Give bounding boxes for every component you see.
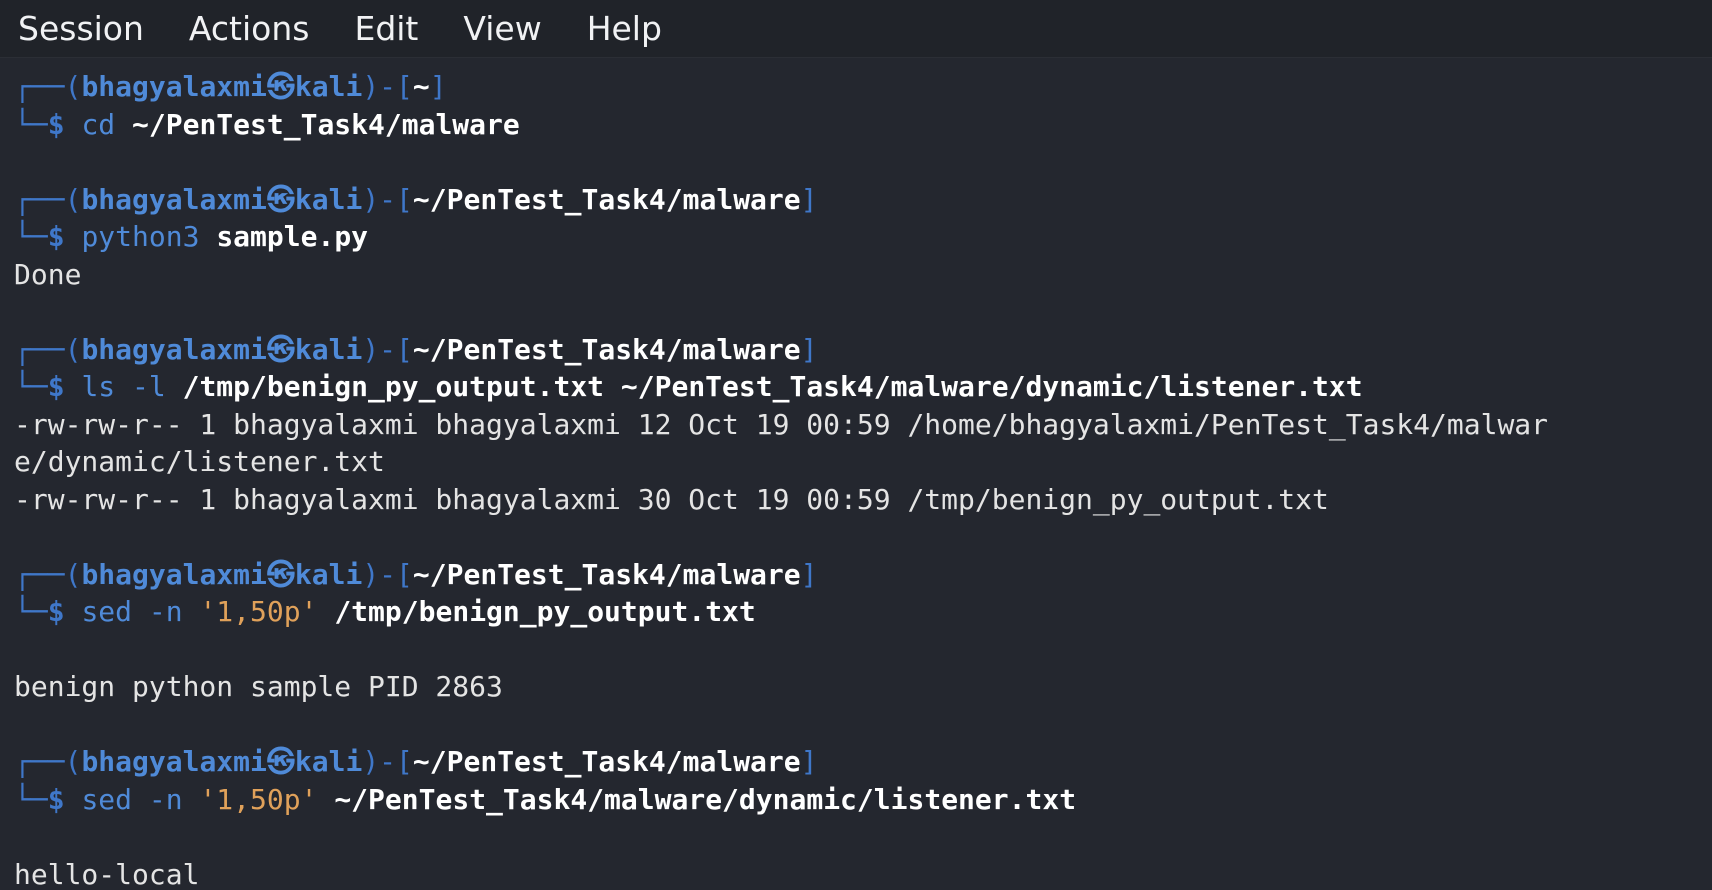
prompt-host: kali	[294, 557, 363, 591]
prompt-frame-mid: )-[	[362, 557, 413, 591]
prompt-frame-end: ]	[800, 332, 818, 366]
prompt-symbol: $	[47, 595, 65, 628]
menu-edit[interactable]: Edit	[350, 0, 422, 58]
command-argument: sample.py	[216, 220, 369, 253]
command-option: -n	[148, 595, 183, 628]
prompt-frame-end: ]	[800, 182, 818, 216]
output-line: Done	[14, 257, 82, 291]
prompt-frame-mid: )-[	[362, 332, 413, 366]
output-line: hello-local	[14, 857, 200, 890]
prompt-frame-mid: )-[	[362, 70, 413, 103]
prompt-directory: ~/PenTest_Task4/malware	[412, 745, 801, 778]
menu-bar: Session Actions Edit View Help	[0, 0, 1712, 58]
menu-view[interactable]: View	[459, 0, 545, 58]
prompt-directory: ~/PenTest_Task4/malware	[412, 557, 801, 591]
prompt-user: bhagyalaxmi	[81, 332, 267, 366]
command-option: -l	[132, 370, 166, 403]
prompt-line: ┌──(bhagyalaxmi㉿kali)-[~/PenTest_Task4/m…	[14, 556, 1704, 594]
prompt-frame-end: ]	[800, 557, 818, 591]
command-argument: ~/PenTest_Task4/malware	[132, 107, 520, 141]
prompt-frame-bottom: └─	[14, 370, 48, 403]
prompt-symbol: $	[47, 220, 65, 253]
prompt-frame-bottom: └─	[14, 220, 48, 253]
prompt-frame-bottom: └─	[14, 782, 48, 816]
prompt-directory: ~/PenTest_Task4/malware	[412, 332, 801, 366]
prompt-host: kali	[294, 332, 363, 366]
command-line: └─$ sed -n '1,50p' /tmp/benign_py_output…	[14, 593, 1704, 631]
command-name: python3	[81, 220, 200, 253]
prompt-frame-bottom: └─	[14, 107, 48, 141]
prompt-frame-end: ]	[800, 745, 818, 778]
prompt-frame-mid: )-[	[362, 745, 413, 778]
prompt-at-symbol: ㉿	[266, 557, 295, 591]
prompt-directory: ~	[412, 70, 430, 103]
menu-session[interactable]: Session	[14, 0, 148, 58]
menu-actions[interactable]: Actions	[185, 0, 314, 58]
output-line: -rw-rw-r-- 1 bhagyalaxmi bhagyalaxmi 30 …	[14, 482, 1329, 516]
output-line: -rw-rw-r-- 1 bhagyalaxmi bhagyalaxmi 12 …	[14, 407, 1549, 441]
prompt-frame-top: ┌──(	[14, 182, 82, 216]
command-line: └─$ python3 sample.py	[14, 218, 1704, 256]
prompt-symbol: $	[47, 107, 65, 141]
command-string-arg: '1,50p'	[199, 782, 318, 816]
prompt-line: ┌──(bhagyalaxmi㉿kali)-[~/PenTest_Task4/m…	[14, 743, 1704, 781]
prompt-host: kali	[294, 745, 363, 778]
prompt-user: bhagyalaxmi	[81, 557, 267, 591]
prompt-frame-top: ┌──(	[14, 70, 82, 103]
command-line: └─$ ls -l /tmp/benign_py_output.txt ~/Pe…	[14, 368, 1704, 406]
prompt-frame-top: ┌──(	[14, 557, 82, 591]
prompt-line: ┌──(bhagyalaxmi㉿kali)-[~/PenTest_Task4/m…	[14, 181, 1704, 219]
prompt-line: ┌──(bhagyalaxmi㉿kali)-[~/PenTest_Task4/m…	[14, 331, 1704, 369]
prompt-frame-bottom: └─	[14, 595, 48, 628]
prompt-at-symbol: ㉿	[266, 182, 295, 216]
prompt-directory: ~/PenTest_Task4/malware	[412, 182, 801, 216]
command-line: └─$ sed -n '1,50p' ~/PenTest_Task4/malwa…	[14, 781, 1704, 819]
prompt-user: bhagyalaxmi	[81, 182, 267, 216]
output-line: e/dynamic/listener.txt	[14, 445, 385, 478]
prompt-host: kali	[294, 182, 363, 216]
prompt-at-symbol: ㉿	[266, 745, 295, 778]
command-argument: /tmp/benign_py_output.txt	[334, 595, 756, 628]
prompt-line: ┌──(bhagyalaxmi㉿kali)-[~]	[14, 68, 1704, 106]
command-argument: ~/PenTest_Task4/malware/dynamic/listener…	[334, 782, 1077, 816]
prompt-at-symbol: ㉿	[266, 70, 295, 103]
prompt-symbol: $	[47, 782, 65, 816]
prompt-user: bhagyalaxmi	[81, 745, 267, 778]
prompt-frame-top: ┌──(	[14, 745, 82, 778]
command-string-arg: '1,50p'	[199, 595, 318, 628]
output-line: benign python sample PID 2863	[14, 670, 503, 703]
command-name: sed	[81, 595, 133, 628]
command-name: sed	[81, 782, 133, 816]
prompt-symbol: $	[47, 370, 65, 403]
prompt-frame-end: ]	[429, 70, 447, 103]
terminal-output-area[interactable]: ┌──(bhagyalaxmi㉿kali)-[~] └─$ cd ~/PenTes…	[14, 68, 1704, 890]
terminal-window: Session Actions Edit View Help ┌──(bhagy…	[0, 0, 1712, 890]
command-line: └─$ cd ~/PenTest_Task4/malware	[14, 106, 1704, 144]
prompt-frame-mid: )-[	[362, 182, 413, 216]
command-argument: /tmp/benign_py_output.txt ~/PenTest_Task…	[182, 370, 1363, 403]
command-name: ls	[81, 370, 116, 403]
prompt-frame-top: ┌──(	[14, 332, 82, 366]
command-name: cd	[81, 107, 116, 141]
prompt-user: bhagyalaxmi	[81, 70, 267, 103]
menu-help[interactable]: Help	[583, 0, 666, 58]
prompt-host: kali	[294, 70, 363, 103]
prompt-at-symbol: ㉿	[266, 332, 295, 366]
command-option: -n	[148, 782, 183, 816]
